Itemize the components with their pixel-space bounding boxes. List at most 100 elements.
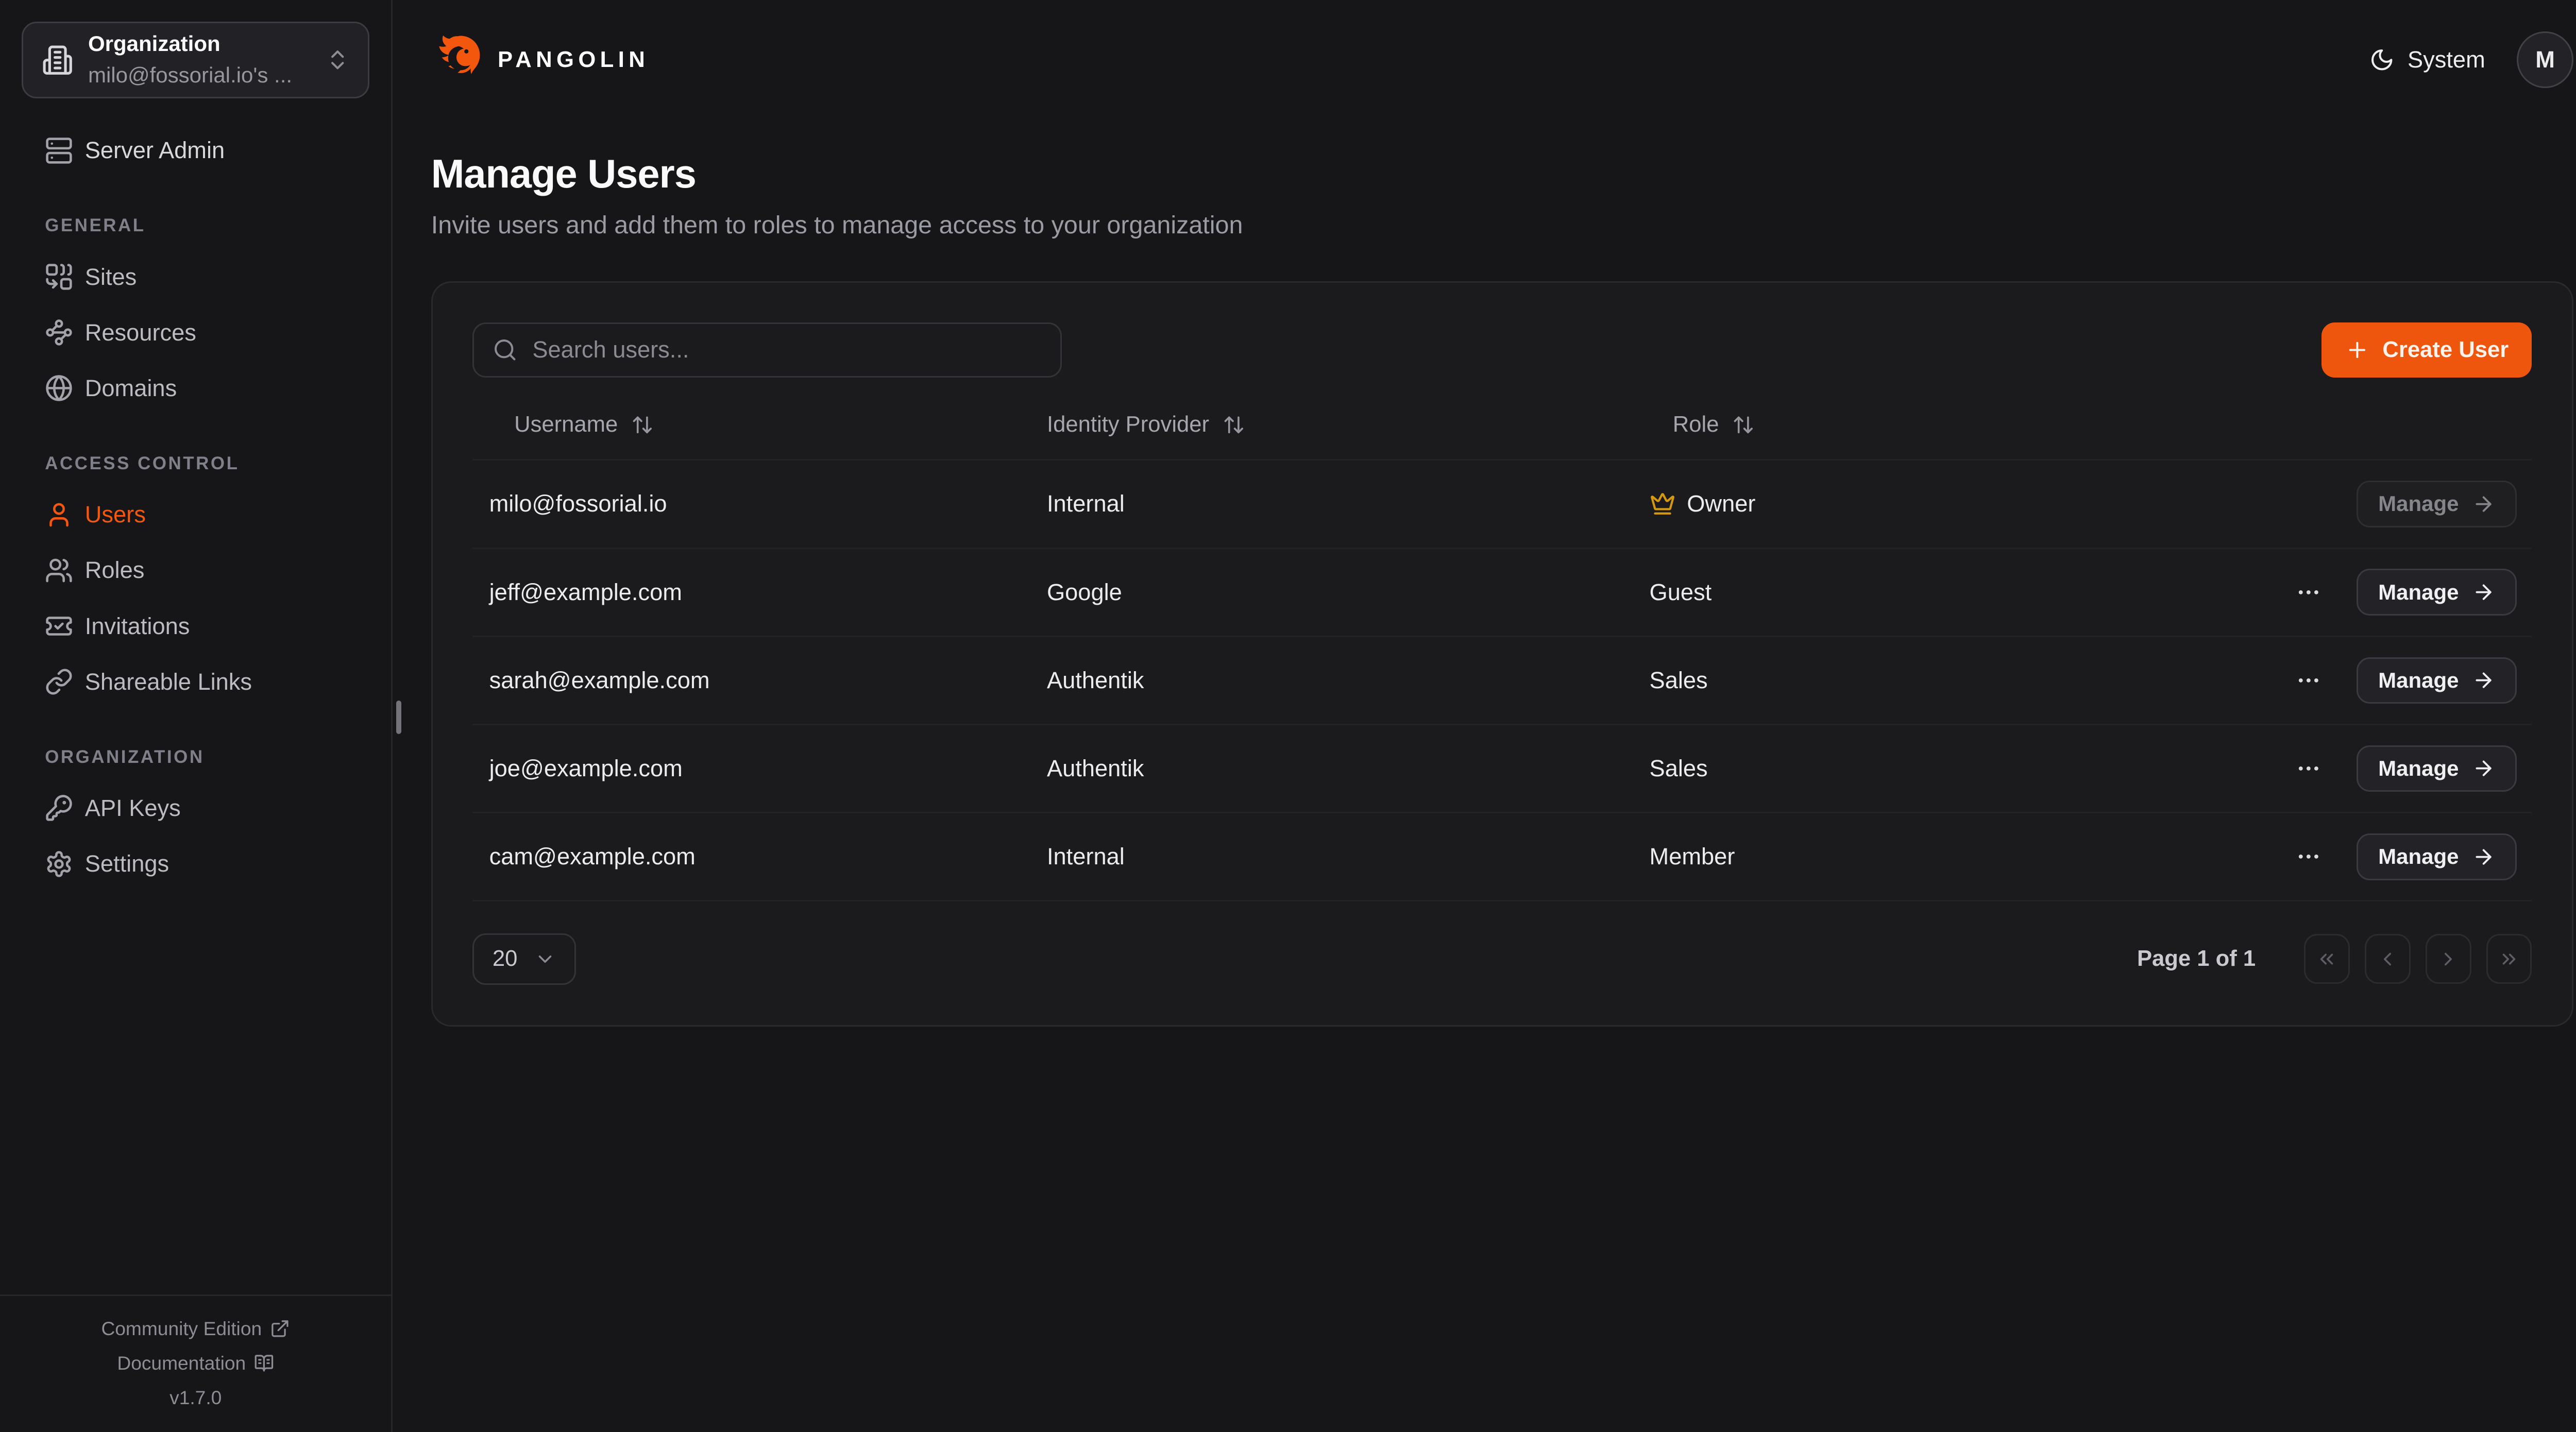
sidebar-footer: Community Edition Documentation v1.7.0 bbox=[0, 1294, 391, 1432]
sidebar-item-api-keys[interactable]: API Keys bbox=[22, 782, 369, 834]
column-label: Role bbox=[1673, 412, 1719, 437]
sidebar-resize-handle[interactable] bbox=[396, 701, 401, 734]
sidebar-section-organization: ORGANIZATION bbox=[45, 747, 369, 768]
manage-button[interactable]: Manage bbox=[2357, 481, 2517, 527]
crown-icon bbox=[1650, 491, 1675, 517]
manage-label: Manage bbox=[2378, 668, 2459, 693]
chevron-right-icon bbox=[2437, 948, 2459, 970]
table-row: jeff@example.com Google Guest Manage bbox=[472, 549, 2532, 637]
documentation-label: Documentation bbox=[117, 1352, 246, 1374]
cell-actions: Manage bbox=[2266, 657, 2532, 704]
row-menu-button[interactable] bbox=[2292, 664, 2325, 697]
sidebar-item-roles[interactable]: Roles bbox=[22, 544, 369, 596]
manage-button[interactable]: Manage bbox=[2357, 833, 2517, 880]
ellipsis-icon bbox=[2295, 843, 2322, 870]
manage-button[interactable]: Manage bbox=[2357, 657, 2517, 704]
sidebar-item-shareable-links[interactable]: Shareable Links bbox=[22, 656, 369, 708]
arrow-right-icon bbox=[2472, 669, 2495, 692]
arrow-right-icon bbox=[2472, 757, 2495, 780]
gear-icon bbox=[45, 850, 73, 878]
chevrons-left-icon bbox=[2316, 948, 2337, 970]
users-card: Create User Username Identity Provider R… bbox=[431, 281, 2573, 1027]
column-header-identity-provider[interactable]: Identity Provider bbox=[1047, 412, 1650, 437]
search-box bbox=[472, 322, 1062, 378]
ticket-check-icon bbox=[45, 612, 73, 640]
theme-toggle[interactable]: System bbox=[2369, 46, 2485, 73]
sidebar-item-label: Resources bbox=[85, 319, 196, 346]
cell-role: Sales bbox=[1650, 755, 2266, 782]
last-page-button[interactable] bbox=[2486, 934, 2532, 984]
cell-username: sarah@example.com bbox=[472, 667, 1047, 694]
search-icon bbox=[493, 337, 517, 362]
sidebar-item-server-admin[interactable]: Server Admin bbox=[22, 125, 369, 176]
chevron-left-icon bbox=[2377, 948, 2398, 970]
sidebar-item-label: Users bbox=[85, 501, 146, 528]
create-user-button[interactable]: Create User bbox=[2321, 322, 2532, 378]
row-menu-button[interactable] bbox=[2292, 752, 2325, 786]
sort-icon bbox=[1732, 414, 1755, 436]
column-label: Identity Provider bbox=[1047, 412, 1209, 437]
brand-name: PANGOLIN bbox=[498, 47, 649, 73]
sidebar-item-label: API Keys bbox=[85, 795, 181, 822]
pangolin-logo-icon bbox=[431, 34, 483, 86]
users-icon bbox=[45, 556, 73, 585]
table-row: sarah@example.com Authentik Sales Manage bbox=[472, 637, 2532, 725]
manage-label: Manage bbox=[2378, 844, 2459, 869]
top-bar: PANGOLIN System M bbox=[431, 0, 2573, 120]
chevrons-up-down-icon bbox=[325, 47, 350, 72]
column-label: Username bbox=[514, 412, 618, 437]
arrow-right-icon bbox=[2472, 492, 2495, 516]
brand[interactable]: PANGOLIN bbox=[431, 34, 649, 86]
sidebar-item-domains[interactable]: Domains bbox=[22, 363, 369, 414]
table-header: Username Identity Provider Role bbox=[472, 391, 2532, 461]
page-info: Page 1 of 1 bbox=[2137, 946, 2256, 971]
manage-button[interactable]: Manage bbox=[2357, 569, 2517, 615]
cell-role: Member bbox=[1650, 843, 2266, 870]
sidebar-item-users[interactable]: Users bbox=[22, 489, 369, 540]
table-row: joe@example.com Authentik Sales Manage bbox=[472, 725, 2532, 813]
manage-button[interactable]: Manage bbox=[2357, 745, 2517, 792]
sort-icon bbox=[1223, 414, 1245, 436]
sidebar-item-settings[interactable]: Settings bbox=[22, 838, 369, 890]
cell-identity-provider: Google bbox=[1047, 579, 1650, 606]
table-row: milo@fossorial.io Internal Owner Manage bbox=[472, 461, 2532, 549]
pagination-bar: 20 Page 1 of 1 bbox=[472, 933, 2532, 985]
row-menu-button[interactable] bbox=[2292, 575, 2325, 609]
building-icon bbox=[42, 44, 73, 76]
plus-icon bbox=[2345, 338, 2369, 362]
sidebar-item-sites[interactable]: Sites bbox=[22, 251, 369, 302]
documentation-link[interactable]: Documentation bbox=[117, 1352, 274, 1374]
user-icon bbox=[45, 501, 73, 529]
org-switcher[interactable]: Organization milo@fossorial.io's ... bbox=[22, 22, 369, 98]
cell-actions: Manage bbox=[2266, 833, 2532, 880]
link-icon bbox=[45, 668, 73, 696]
top-bar-right: System M bbox=[2369, 31, 2573, 88]
page-size-select[interactable]: 20 bbox=[472, 933, 575, 985]
arrow-right-icon bbox=[2472, 845, 2495, 868]
sidebar-item-label: Invitations bbox=[85, 613, 190, 640]
sidebar-item-invitations[interactable]: Invitations bbox=[22, 600, 369, 652]
cell-identity-provider: Internal bbox=[1047, 843, 1650, 870]
avatar[interactable]: M bbox=[2517, 31, 2573, 88]
search-input[interactable] bbox=[532, 336, 1042, 363]
column-header-username[interactable]: Username bbox=[472, 412, 1047, 437]
page-subtitle: Invite users and add them to roles to ma… bbox=[431, 211, 2573, 240]
chevrons-right-icon bbox=[2498, 948, 2520, 970]
app-root: Organization milo@fossorial.io's ... Ser… bbox=[0, 0, 2576, 1432]
first-page-button[interactable] bbox=[2304, 934, 2350, 984]
avatar-initial: M bbox=[2535, 46, 2555, 73]
pager-buttons bbox=[2304, 934, 2532, 984]
community-edition-link[interactable]: Community Edition bbox=[101, 1318, 290, 1340]
role-label: Member bbox=[1650, 843, 1735, 870]
row-menu-button[interactable] bbox=[2292, 840, 2325, 874]
column-header-role[interactable]: Role bbox=[1650, 412, 2266, 437]
previous-page-button[interactable] bbox=[2365, 934, 2411, 984]
page-size-value: 20 bbox=[493, 946, 518, 971]
sidebar-item-label: Server Admin bbox=[85, 137, 225, 164]
cell-username: cam@example.com bbox=[472, 843, 1047, 870]
role-label: Owner bbox=[1687, 490, 1755, 517]
cell-actions: Manage bbox=[2266, 745, 2532, 792]
cell-role: Owner bbox=[1650, 490, 2266, 517]
sidebar-item-resources[interactable]: Resources bbox=[22, 307, 369, 359]
next-page-button[interactable] bbox=[2426, 934, 2471, 984]
